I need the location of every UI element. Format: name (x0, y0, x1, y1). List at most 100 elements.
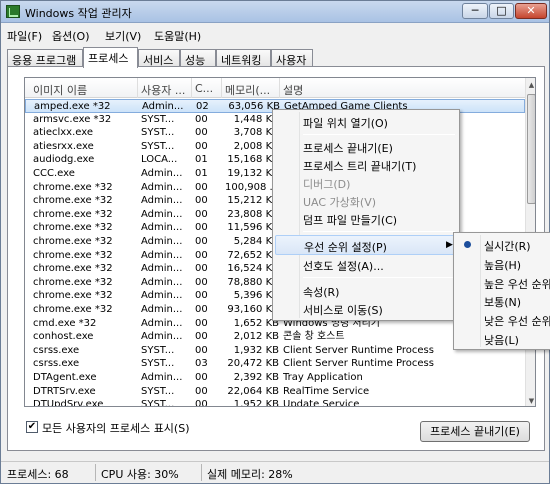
cell-name: chrome.exe *32 (33, 208, 113, 220)
menu-item-label: 디버그(D) (303, 178, 351, 191)
cell-name: chrome.exe *32 (33, 290, 113, 302)
tab-users[interactable]: 사용자 (271, 49, 313, 67)
cell-cpu: 00 (195, 222, 208, 234)
cell-cpu: 00 (195, 113, 208, 125)
cell-user: SYST... (141, 127, 175, 139)
column-image-name[interactable]: 이미지 이름 (33, 82, 133, 98)
cell-user: SYST... (141, 140, 175, 152)
close-button[interactable]: ✕ (515, 3, 547, 19)
end-process-button[interactable]: 프로세스 끝내기(E) (420, 421, 530, 442)
menu-help[interactable]: 도움말(H) (154, 28, 201, 44)
menu-set-priority[interactable]: 우선 순위 설정(P) ▶ (275, 235, 457, 255)
cell-mem: 23,808 KB (227, 208, 279, 220)
scroll-up-arrow-icon[interactable]: ▲ (526, 78, 535, 92)
menu-open-file-location[interactable]: 파일 위치 열기(O) (275, 112, 457, 132)
cell-user: Admin... (141, 208, 183, 220)
menu-debug: 디버그(D) (275, 173, 457, 193)
column-description[interactable]: 설명 (283, 82, 383, 98)
menu-create-dump-file[interactable]: 덤프 파일 만들기(C) (275, 209, 457, 229)
cell-name: amped.exe *32 (34, 101, 111, 112)
table-row[interactable]: csrss.exe SYST... 03 20,472 KB Client Server… (25, 357, 525, 371)
cell-cpu: 00 (195, 263, 208, 275)
maximize-button[interactable]: □ (489, 3, 514, 19)
cell-user: Admin... (141, 372, 183, 383)
cell-name: chrome.exe *32 (33, 276, 113, 288)
cell-name: cmd.exe *32 (33, 317, 97, 329)
title-bar[interactable]: Windows 작업 관리자 ─ □ ✕ (1, 1, 549, 23)
cell-name: csrss.exe (33, 344, 80, 356)
tab-processes[interactable]: 프로세스 (83, 47, 138, 68)
cell-cpu: 00 (195, 127, 208, 139)
menu-end-process-tree[interactable]: 프로세스 트리 끝내기(T) (275, 155, 457, 175)
cell-name: chrome.exe *32 (33, 222, 113, 234)
cell-user: SYST... (141, 385, 175, 397)
cell-name: DTUpdSrv.exe (33, 399, 104, 407)
cell-cpu: 00 (195, 249, 208, 261)
priority-normal[interactable]: 보통(N) (456, 291, 550, 311)
menu-item-label: 낮은 우선 순위 (484, 315, 550, 328)
menu-options[interactable]: 옵션(O) (52, 28, 89, 44)
cell-user: Admin... (141, 195, 183, 207)
status-process-count: 프로세스: 68 (7, 468, 69, 481)
menu-view[interactable]: 보기(V) (105, 28, 141, 44)
cell-user: LOCA... (141, 154, 178, 166)
menu-item-label: 프로세스 트리 끝내기(T) (303, 160, 417, 173)
table-row[interactable]: DTAgent.exe Admin... 00 2,392 KB Tray Applic… (25, 371, 525, 385)
cell-name: CCC.exe (33, 168, 75, 179)
priority-above-normal[interactable]: 높은 우선 순위 (456, 273, 550, 293)
column-cpu[interactable]: C... (195, 82, 219, 95)
window-title: Windows 작업 관리자 (25, 7, 132, 20)
priority-realtime[interactable]: 실시간(R) (456, 235, 550, 255)
cell-user: Admin... (141, 249, 183, 261)
process-context-menu: 파일 위치 열기(O) 프로세스 끝내기(E) 프로세스 트리 끝내기(T) 디… (272, 109, 460, 321)
cell-name: chrome.exe *32 (33, 181, 113, 193)
cell-user: SYST... (141, 344, 175, 356)
table-row[interactable]: DTRTSrv.exe SYST... 00 22,064 KB RealTime Se… (25, 385, 525, 399)
cell-name: atiesrxx.exe (33, 140, 94, 152)
cell-mem: 1,652 KB (233, 317, 279, 329)
cell-mem: 78,880 KB (227, 276, 279, 288)
tab-performance[interactable]: 성능 (180, 49, 216, 67)
cell-user: Admin... (141, 317, 183, 329)
cell-cpu: 00 (195, 385, 208, 397)
column-user-name[interactable]: 사용자 ... (141, 82, 187, 98)
tab-services[interactable]: 서비스 (138, 49, 180, 67)
minimize-button[interactable]: ─ (462, 3, 488, 19)
menu-go-to-service[interactable]: 서비스로 이동(S) (275, 299, 457, 319)
cell-mem: 5,396 KB (233, 290, 279, 302)
menu-set-affinity[interactable]: 선호도 설정(A)... (275, 255, 457, 275)
column-memory[interactable]: 메모리(... (225, 82, 277, 98)
cell-mem: 15,168 KB (227, 154, 279, 166)
cell-mem: 2,012 KB (233, 331, 279, 343)
menu-item-label: UAC 가상화(V) (303, 196, 377, 209)
tab-applications[interactable]: 응용 프로그램 (7, 49, 83, 67)
cell-desc: Tray Application (283, 372, 363, 383)
priority-high[interactable]: 높음(H) (456, 254, 550, 274)
menu-file[interactable]: 파일(F) (7, 28, 42, 44)
cell-cpu: 00 (195, 304, 208, 315)
priority-low[interactable]: 낮음(L) (456, 329, 550, 349)
menu-properties[interactable]: 속성(R) (275, 281, 457, 301)
table-row[interactable]: DTUpdSrv.exe SYST... 00 1,952 KB Update Serv… (25, 398, 525, 407)
cell-mem: 15,212 KB (227, 195, 279, 207)
menu-end-process[interactable]: 프로세스 끝내기(E) (275, 137, 457, 157)
menu-uac-virtualization: UAC 가상화(V) (275, 191, 457, 211)
tab-networking[interactable]: 네트워킹 (216, 49, 271, 67)
priority-below-normal[interactable]: 낮은 우선 순위 (456, 310, 550, 330)
cell-cpu: 00 (195, 317, 208, 329)
table-row[interactable]: csrss.exe SYST... 00 1,932 KB Client Server … (25, 344, 525, 358)
menu-item-label: 높은 우선 순위 (484, 278, 550, 291)
cell-user: Admin... (141, 222, 183, 234)
cell-user: Admin... (141, 168, 183, 179)
cell-desc: Client Server Runtime Process (283, 358, 434, 370)
cell-user: Admin... (141, 236, 183, 247)
cell-cpu: 00 (195, 195, 208, 207)
scroll-down-arrow-icon[interactable]: ▼ (526, 394, 535, 406)
show-all-users-checkbox[interactable]: ✔ (26, 421, 38, 433)
menu-item-label: 파일 위치 열기(O) (303, 117, 388, 130)
cell-name: conhost.exe (33, 331, 94, 343)
cell-cpu: 00 (195, 372, 208, 383)
scroll-thumb[interactable] (527, 94, 535, 204)
cell-user: Admin... (141, 276, 183, 288)
table-row[interactable]: conhost.exe Admin... 00 2,012 KB 콘솔 창 호스트 (25, 330, 525, 344)
